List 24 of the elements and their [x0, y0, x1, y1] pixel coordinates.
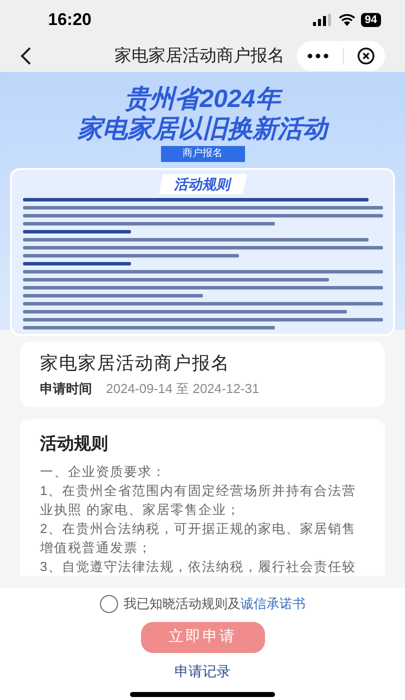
status-time: 16:20	[48, 9, 92, 32]
agreement-text: 我已知晓活动规则及	[124, 595, 240, 613]
pledge-link[interactable]: 诚信承诺书	[240, 594, 306, 614]
rule-text: 3、自觉遵守法律法规，依法纳税，履行社会责任较	[40, 558, 358, 576]
banner-headline: 家电家居以旧换新活动	[78, 114, 328, 144]
banner-tag: 商户报名	[160, 146, 244, 162]
more-icon[interactable]	[307, 53, 329, 59]
rule-text: 2、在贵州合法纳税，可开据正规的家电、家居销售增值税普通发票；	[40, 520, 358, 557]
close-icon[interactable]	[357, 47, 375, 65]
card-title: 家电家居活动商户报名	[40, 352, 231, 375]
time-label: 申请时间	[40, 380, 92, 398]
banner-headline: 贵州省2024年	[124, 84, 280, 114]
card-title: 活动规则	[40, 432, 109, 454]
records-link[interactable]: 申请记录	[174, 660, 230, 682]
wifi-icon	[338, 14, 355, 26]
signal-icon	[312, 14, 333, 26]
panel-title: 活动规则	[158, 174, 247, 194]
agreement-checkbox[interactable]	[100, 594, 118, 613]
rule-text: 1、在贵州全省范围内有固定经营场所并持有合法营业执照 的家电、家居零售企业；	[40, 482, 358, 519]
back-icon[interactable]	[20, 46, 32, 66]
rule-text: 一、企业资质要求：	[40, 463, 167, 481]
time-value: 2024-09-14 至 2024-12-31	[106, 380, 260, 398]
page-title: 家电家居活动商户报名	[114, 45, 286, 68]
battery-indicator: 94	[360, 13, 381, 27]
